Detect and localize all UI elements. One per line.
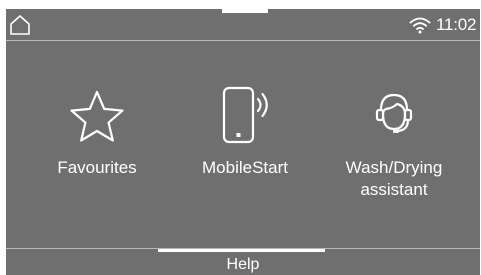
mobilestart-label: MobileStart [202,158,288,177]
wash-drying-assistant-tile[interactable]: Wash/Drying assistant [319,84,469,201]
star-icon [70,90,124,142]
top-divider [6,40,480,41]
favourites-label: Favourites [57,158,137,177]
status-bar: 11:02 [6,9,480,39]
mobilestart-tile[interactable]: MobileStart [170,84,320,179]
clock-time: 11:02 [436,15,477,34]
help-button[interactable]: Help [193,255,293,275]
wash-drying-assistant-label: Wash/Drying assistant [345,158,443,199]
favourites-tile[interactable]: Favourites [22,84,172,179]
home-icon[interactable] [9,14,31,36]
main-menu-tiles: Favourites MobileStart Wash/Drying assis… [6,84,480,214]
bottom-pull-handle[interactable] [158,249,325,252]
mobile-phone-signal-icon [222,86,268,144]
assistant-headset-icon [375,93,413,133]
control-panel-screen: 11:02 Favourites MobileStart Wash/Drying… [6,9,480,275]
wifi-icon [409,17,431,34]
